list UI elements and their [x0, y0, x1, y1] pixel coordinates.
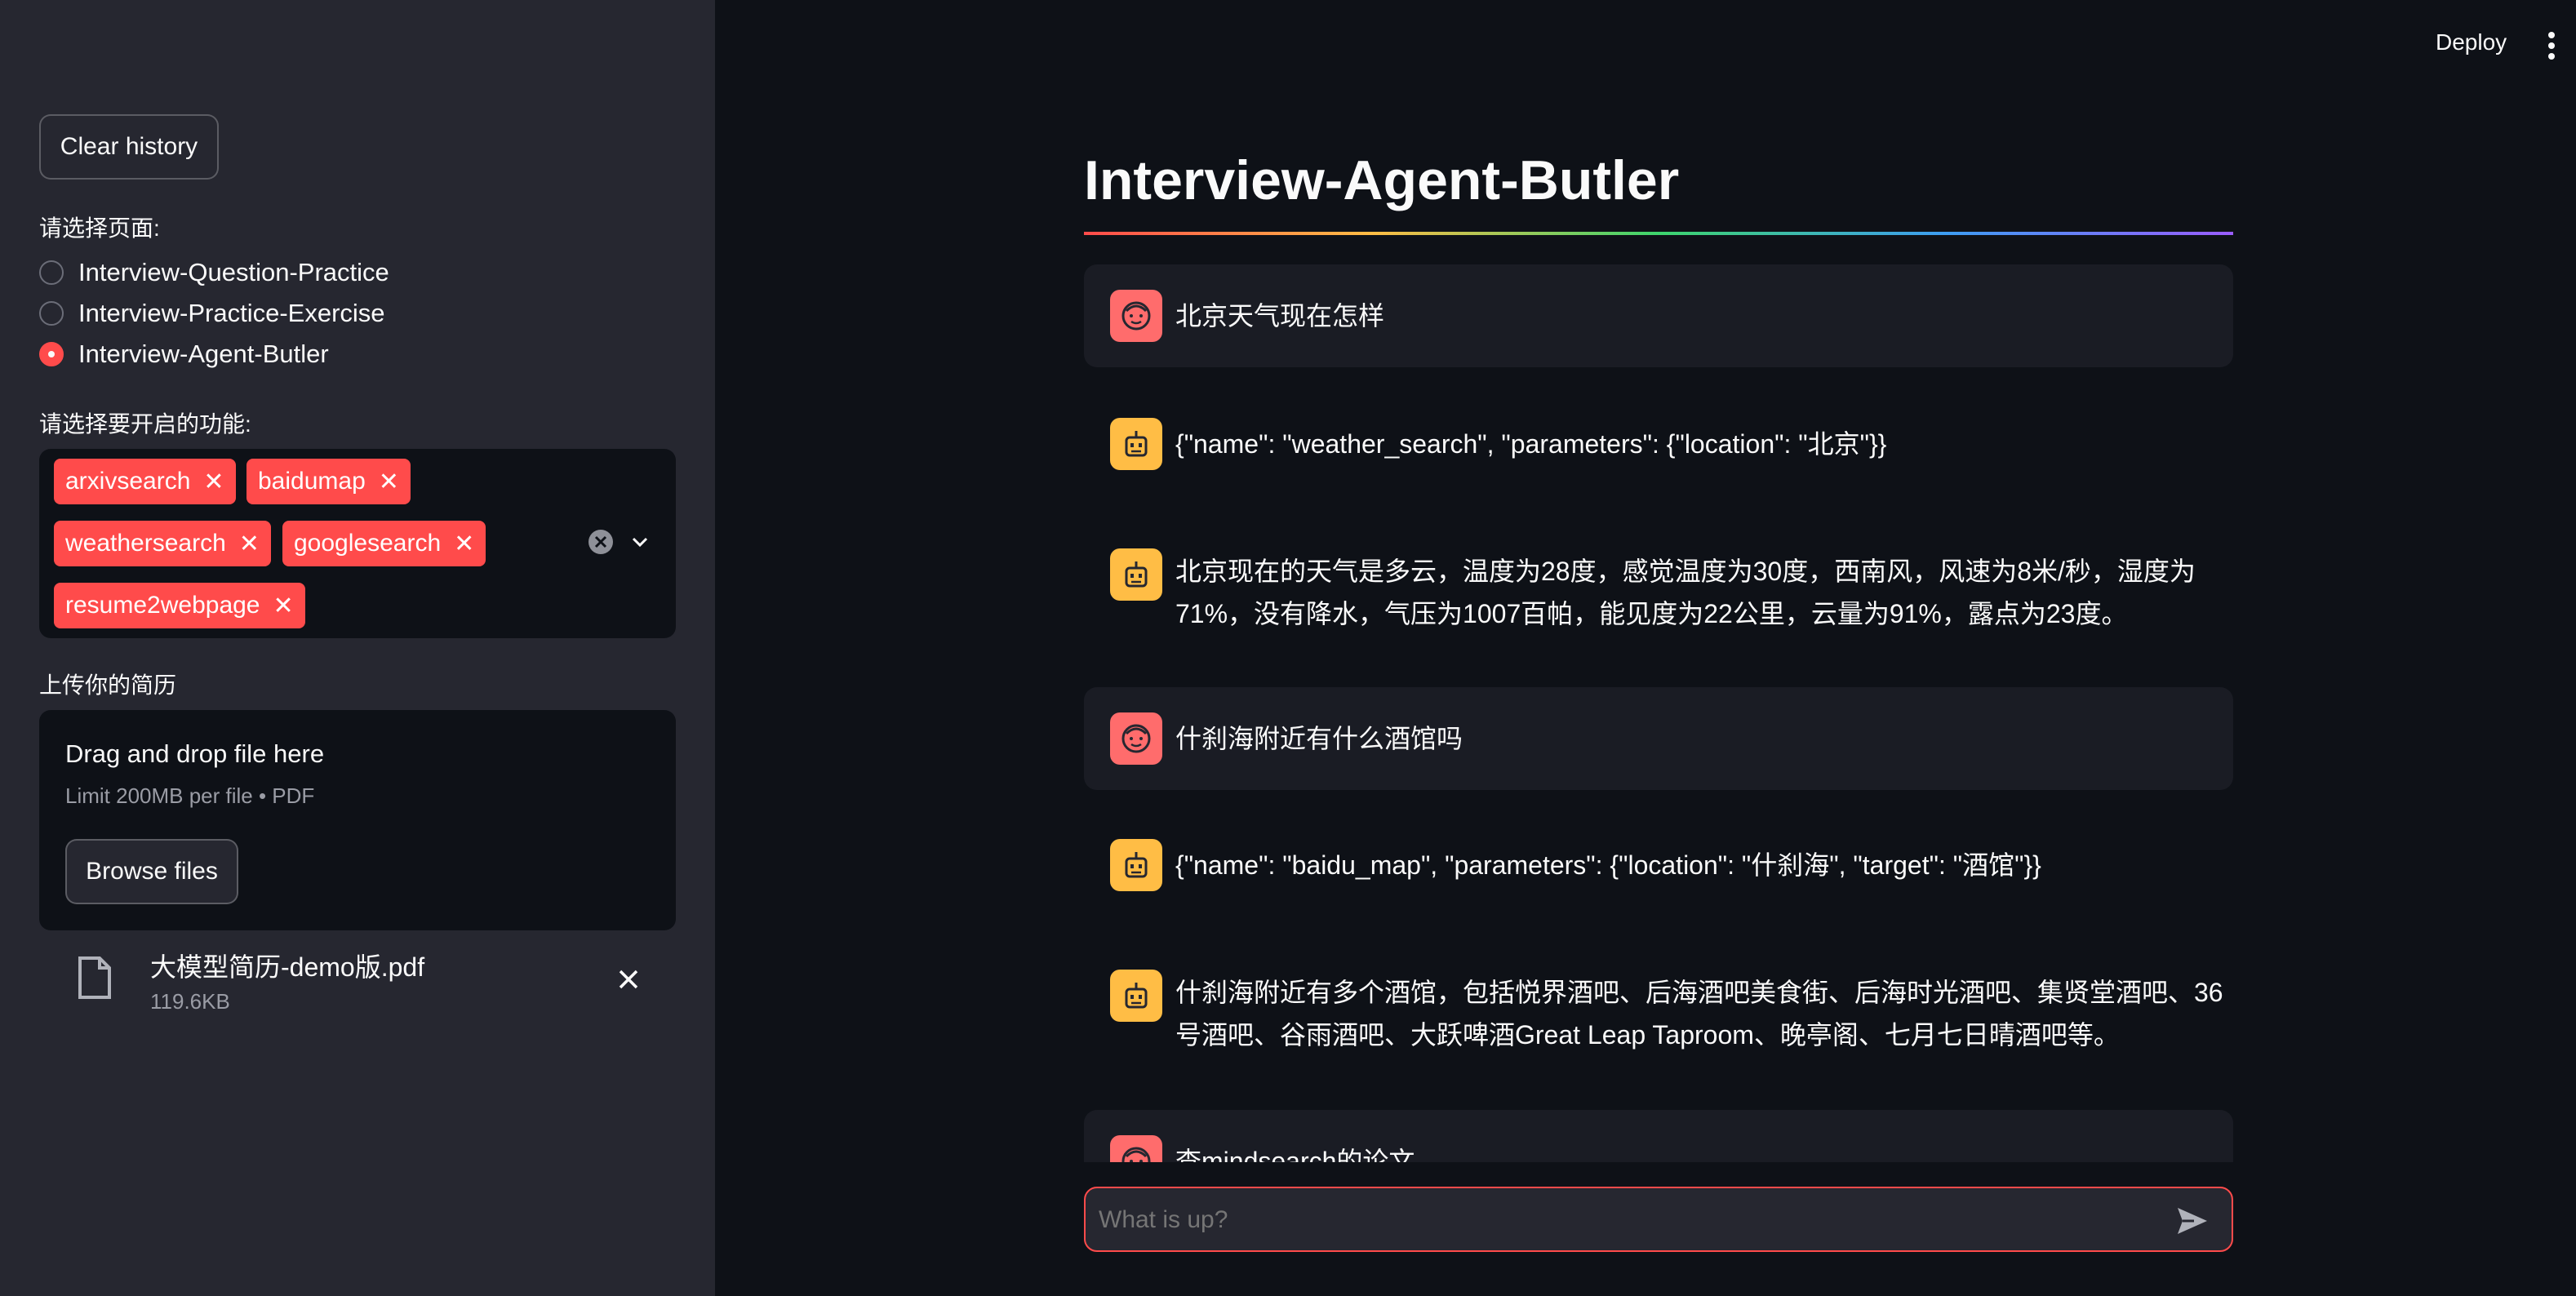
chat-message-assistant: 北京现在的天气是多云，温度为28度，感觉温度为30度，西南风，风速为8米/秒，湿…	[1084, 532, 2233, 646]
user-face-icon	[1121, 724, 1151, 753]
chat-message-user: 查mindsearch的论文	[1084, 1110, 2233, 1162]
robot-icon	[1125, 852, 1148, 878]
robot-icon	[1125, 431, 1148, 457]
chat-message-assistant: {"name": "baidu_map", "parameters": {"lo…	[1084, 828, 2233, 909]
user-avatar	[1110, 1135, 1162, 1162]
chat-message-user: 什刹海附近有什么酒馆吗	[1084, 687, 2233, 790]
user-face-icon	[1121, 1147, 1151, 1162]
robot-icon	[1125, 983, 1148, 1009]
chat-message-assistant: 什刹海附近有多个酒馆，包括悦界酒吧、后海酒吧美食街、后海时光酒吧、集贤堂酒吧、3…	[1084, 953, 2233, 1067]
message-text: 北京天气现在怎样	[1175, 301, 1385, 331]
bot-avatar	[1110, 970, 1162, 1022]
message-text: 什刹海附近有什么酒馆吗	[1175, 724, 1463, 753]
chat-message-assistant: {"name": "weather_search", "parameters":…	[1084, 406, 2233, 488]
message-text: 北京现在的天气是多云，温度为28度，感觉温度为30度，西南风，风速为8米/秒，湿…	[1175, 557, 2196, 628]
bot-avatar	[1110, 548, 1162, 601]
message-text: 查mindsearch的论文	[1175, 1147, 1415, 1162]
chat-input[interactable]	[1097, 1196, 2145, 1244]
bot-avatar	[1110, 839, 1162, 891]
message-text: {"name": "baidu_map", "parameters": {"lo…	[1175, 850, 2041, 880]
bot-avatar	[1110, 418, 1162, 470]
user-avatar	[1110, 712, 1162, 765]
user-face-icon	[1121, 301, 1151, 331]
send-icon[interactable]	[2176, 1206, 2209, 1236]
chat-messages: 北京天气现在怎样 {"name": "weather_search", "par…	[0, 0, 2576, 1162]
user-avatar	[1110, 290, 1162, 342]
message-text: 什刹海附近有多个酒馆，包括悦界酒吧、后海酒吧美食街、后海时光酒吧、集贤堂酒吧、3…	[1175, 978, 2223, 1050]
chat-input-container	[1084, 1187, 2233, 1252]
robot-icon	[1125, 561, 1148, 588]
chat-message-user: 北京天气现在怎样	[1084, 264, 2233, 367]
message-text: {"name": "weather_search", "parameters":…	[1175, 429, 1887, 459]
